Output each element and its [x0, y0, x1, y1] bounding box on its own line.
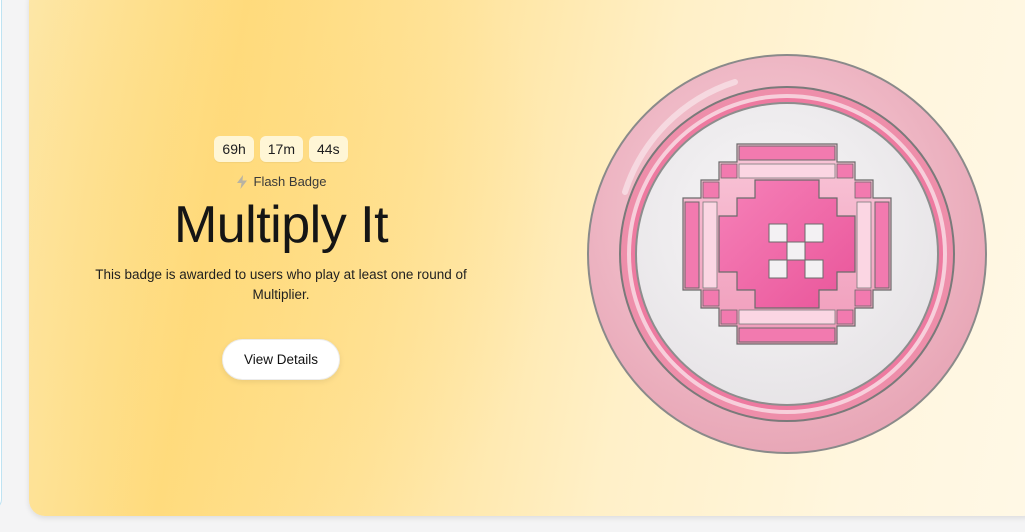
countdown-timer: 69h 17m 44s	[89, 136, 473, 162]
countdown-hours: 69h	[214, 136, 254, 162]
featured-badge-card: 69h 17m 44s Flash Badge Multiply It This…	[29, 0, 1025, 516]
view-details-button[interactable]: View Details	[221, 339, 341, 380]
badge-description: This badge is awarded to users who play …	[95, 267, 467, 302]
badge-type-label: Flash Badge	[253, 174, 327, 189]
countdown-seconds: 44s	[309, 136, 348, 162]
badge-type: Flash Badge	[89, 174, 473, 189]
multiplier-badge-medal-icon	[587, 54, 987, 454]
badge-info: 69h 17m 44s Flash Badge Multiply It This…	[89, 136, 473, 380]
badge-title: Multiply It	[173, 196, 389, 254]
page: 69h 17m 44s Flash Badge Multiply It This…	[0, 0, 1025, 532]
previous-card-edge[interactable]	[0, 0, 2, 510]
lightning-icon	[236, 174, 247, 189]
countdown-minutes: 17m	[259, 136, 303, 162]
